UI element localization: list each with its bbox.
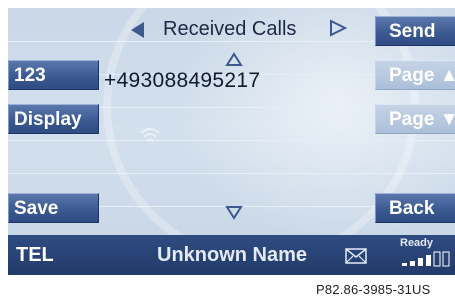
wireless-icon	[140, 128, 160, 142]
left-arrow-icon[interactable]	[131, 22, 144, 38]
up-arrow-icon[interactable]	[225, 52, 243, 67]
envelope-icon	[345, 248, 367, 264]
softkey-page-up[interactable]: Page ▲	[375, 60, 455, 90]
right-arrow-icon[interactable]	[329, 19, 347, 37]
softkey-save[interactable]: Save	[8, 193, 99, 223]
softkey-page-down[interactable]: Page ▼	[375, 104, 455, 134]
display-screen: Received Calls 123 +493088495217 Display…	[8, 8, 455, 275]
status-ready: Ready	[400, 237, 434, 249]
softkey-back[interactable]: Back	[375, 193, 455, 223]
softkey-display[interactable]: Display	[8, 104, 99, 134]
signal-strength-icon	[402, 251, 450, 267]
status-mode: TEL	[16, 244, 54, 266]
figure-caption: P82.86-3985-31US	[316, 282, 431, 297]
list-title-bar: Received Calls	[131, 18, 347, 40]
page-title: Received Calls	[163, 18, 297, 40]
softkey-123[interactable]: 123	[8, 60, 99, 90]
status-bar: TEL Unknown Name Ready	[8, 235, 455, 275]
caller-name: Unknown Name	[157, 244, 308, 266]
phone-number: +493088495217	[104, 69, 261, 92]
down-arrow-icon[interactable]	[225, 205, 243, 220]
softkey-send[interactable]: Send	[375, 16, 455, 46]
